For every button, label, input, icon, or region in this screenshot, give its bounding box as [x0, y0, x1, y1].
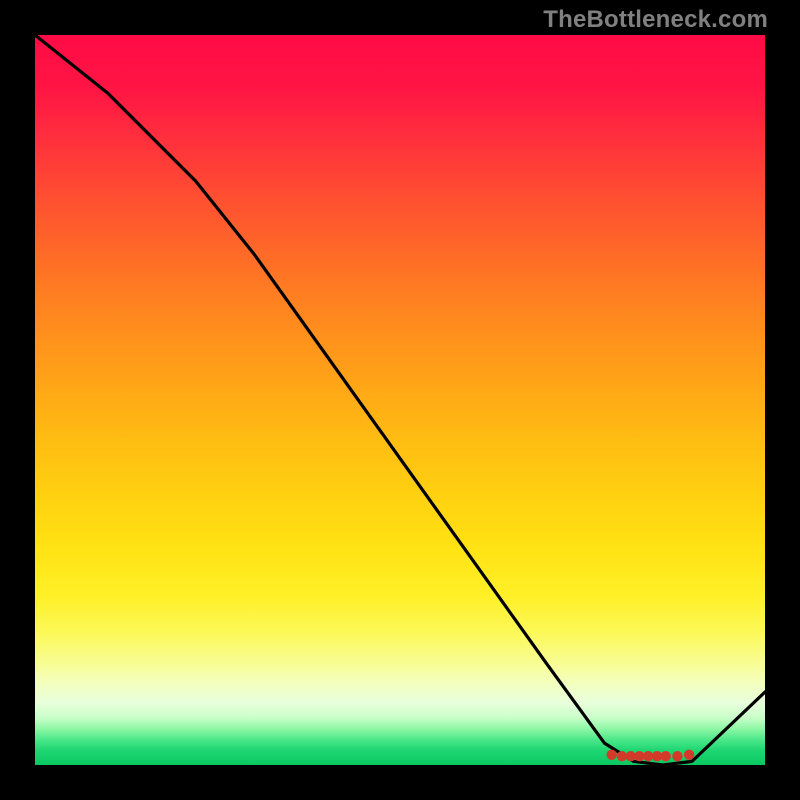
chart-frame: TheBottleneck.com — [0, 0, 800, 800]
watermark-text: TheBottleneck.com — [543, 6, 768, 34]
chart-plot-area — [35, 35, 765, 765]
